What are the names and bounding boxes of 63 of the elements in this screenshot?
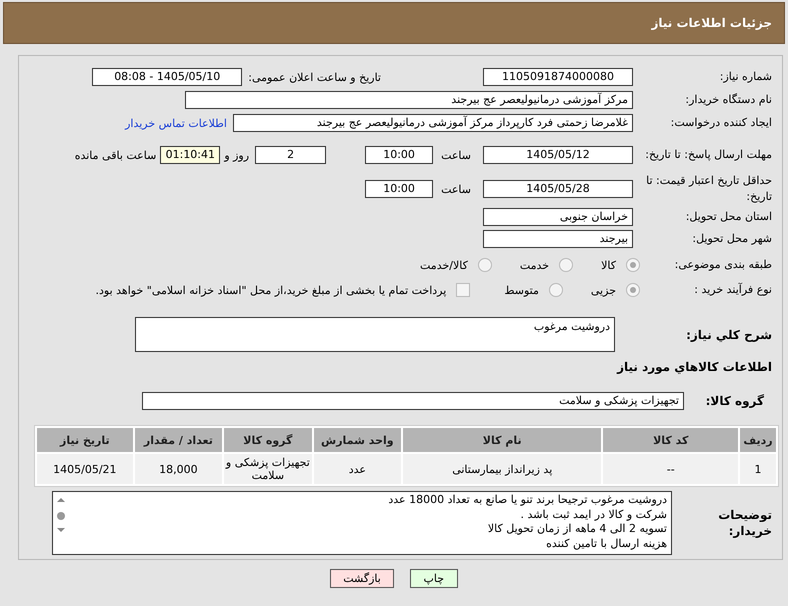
section-title: اطلاعات کالاهاي مورد نياز [617,360,772,374]
date-field: 1405/05/28 [483,180,633,198]
announce-date-field: 1405/05/10 - 08:08 [92,68,242,86]
table-cell: عدد [314,454,402,484]
goods-group-field: تجهیزات پزشکی و سلامت [142,392,684,410]
description-field: دروشیت مرغوب [135,317,615,352]
contact-link[interactable]: اطلاعات تماس خریدار [125,116,227,130]
option-label: خدمت [520,258,550,272]
field-label: شرح کلي نياز: [685,326,772,342]
table-cell: پد زیرانداز بیمارستانی [403,454,602,484]
time-field: 10:00 [365,146,434,164]
table-cell: 1 [740,454,776,484]
table-cell: -- [603,454,738,484]
radio-button[interactable] [548,283,563,297]
option-label: کالا/خدمت [420,258,468,272]
page-title: جزئیات اطلاعات نیاز [651,15,773,30]
field-label: شهر محل تحویل: [691,231,772,247]
table-cell: 18,000 [134,454,222,484]
field-label: ساعت باقی مانده [74,148,156,162]
column-header: گروه کالا [224,428,312,452]
column-header: ردیف [740,428,776,452]
date-field: 1405/05/12 [483,146,633,164]
province-field: خراسان جنوبی [483,208,633,226]
checkbox-label: پرداخت تمام یا بخشی از مبلغ خرید،از محل "اسناد خزانه اسلامی" خواهد بود. [96,284,446,296]
city-field: بیرجند [483,230,633,248]
column-header: تعداد / مقدار [134,428,222,452]
days-field: 2 [255,146,326,164]
table-cell: 1405/05/21 [37,454,133,484]
field-label: نام دستگاه خریدار: [684,92,772,108]
time-field: 10:00 [365,180,434,198]
radio-button[interactable] [626,283,640,297]
option-label: کالا [601,258,616,272]
checkbox[interactable] [456,283,470,297]
radio-button[interactable] [559,258,574,272]
radio-button[interactable] [478,258,492,272]
field-label: مهلت ارسال پاسخ: تا تاریخ: [644,147,772,163]
remaining-time-field: 01:10:41 [160,146,220,164]
column-header: واحد شمارش [314,428,402,452]
field-label: طبقه بندی موضوعی: [674,257,772,273]
need-number-field: 1105091874000080 [483,68,633,86]
print-button[interactable]: چاپ [410,569,458,588]
field-label: ایجاد کننده درخواست: [670,115,772,131]
field-label: تاریخ و ساعت اعلان عمومی: [248,70,381,84]
field-label: ساعت [441,182,471,196]
radio-button[interactable] [626,258,640,272]
field-label: توضیحات خریدار: [717,507,772,539]
option-label: جزیی [590,284,616,296]
buyer-org-field: مرکز آموزشی درمانیولیعصر عج بیرجند [185,91,633,109]
table-cell: تجهیزات پزشکی و سلامت [224,454,312,484]
column-header: کد کالا [603,428,738,452]
field-label: شماره نیاز: [718,69,772,85]
field-label: گروه کالا: [704,393,765,409]
column-header: نام کالا [403,428,602,452]
notes-field: دروشیت مرغوب ترجیحا برند تنو یا صانع به تعداد 18000 عدد شرکت و کالا در ایمد ثبت باشد . تسویه 2 الی 4 ماهه از زمان تحویل کالا هزینه ارسال با تامین کننده [52,491,672,555]
field-label: روز و [224,148,250,162]
column-header: تاریخ نیاز [37,428,133,452]
requester-field: غلامرضا زحمتی فرد کارپرداز مرکز آموزشی درمانیولیعصر عج بیرجند [233,114,633,132]
field-label: نوع فرآیند خرید : [693,282,772,298]
field-label: ساعت [441,148,471,162]
field-label: استان محل تحویل: [684,209,772,225]
back-button[interactable]: بازگشت [330,569,394,588]
field-label: حداقل تاریخ اعتبار قیمت: تا تاریخ: [645,173,772,205]
option-label: متوسط [504,284,539,296]
